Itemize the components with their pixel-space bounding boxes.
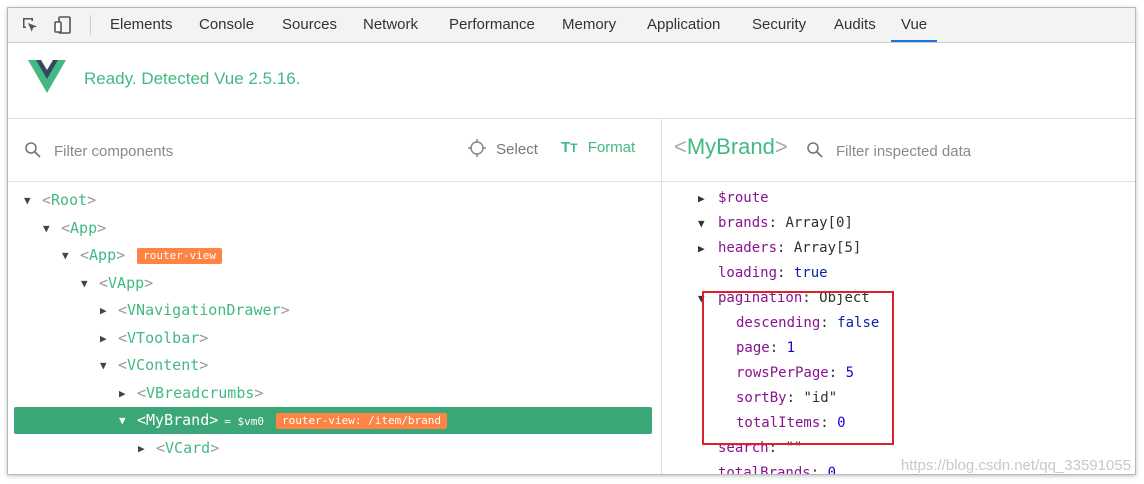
collapsed-arrow-icon[interactable]: ▶ bbox=[138, 435, 145, 462]
annotation-highlight-box bbox=[702, 291, 894, 445]
collapsed-arrow-icon[interactable]: ▶ bbox=[100, 325, 107, 352]
tree-node-label: VNavigationDrawer bbox=[127, 301, 281, 319]
tab-sources[interactable]: Sources bbox=[272, 8, 347, 42]
tree-node-vnavigationdrawer[interactable]: ▶ <VNavigationDrawer> bbox=[8, 297, 661, 324]
watermark-text: https://blog.csdn.net/qq_33591055 bbox=[900, 457, 1131, 474]
tree-node-label: VApp bbox=[108, 274, 145, 292]
format-button[interactable]: TT Format bbox=[561, 139, 635, 156]
expanded-arrow-icon[interactable]: ▼ bbox=[24, 187, 31, 214]
search-icon bbox=[806, 141, 824, 159]
tree-node-vcontent[interactable]: ▼ <VContent> bbox=[8, 352, 661, 379]
tree-node-label: VCard bbox=[165, 439, 211, 457]
inspector-toolbar: <MyBrand> bbox=[662, 119, 1135, 182]
expanded-arrow-icon[interactable]: ▼ bbox=[62, 242, 69, 269]
tree-node-vcard[interactable]: ▶ <VCard> bbox=[8, 435, 661, 462]
inspector-panel: <MyBrand> ▶ $route ▼ brands: Array[0] ▶ … bbox=[662, 119, 1135, 474]
vue-devtools-header: Ready. Detected Vue 2.5.16. bbox=[8, 43, 1135, 119]
tab-audits[interactable]: Audits bbox=[824, 8, 886, 42]
tree-node-label: App bbox=[70, 219, 98, 237]
tab-vue[interactable]: Vue bbox=[891, 8, 938, 42]
status-message: Ready. Detected Vue 2.5.16. bbox=[84, 69, 301, 88]
tab-security[interactable]: Security bbox=[742, 8, 816, 42]
collapsed-arrow-icon[interactable]: ▶ bbox=[119, 380, 126, 407]
devtools-window: Elements Console Sources Network Perform… bbox=[7, 7, 1136, 475]
router-view-badge: router-view: /item/brand bbox=[276, 412, 447, 429]
tab-network[interactable]: Network bbox=[353, 8, 428, 42]
format-text-icon: TT bbox=[561, 139, 578, 156]
tree-node-mybrand-selected[interactable]: ▼ <MyBrand> = $vm0 router-view: /item/bran… bbox=[14, 407, 652, 434]
tab-elements[interactable]: Elements bbox=[100, 8, 183, 42]
crosshair-icon bbox=[468, 139, 486, 157]
router-view-badge: router-view bbox=[137, 247, 223, 264]
collapsed-arrow-icon[interactable]: ▶ bbox=[698, 186, 705, 211]
tab-memory[interactable]: Memory bbox=[552, 8, 626, 42]
toolbar-divider bbox=[90, 15, 91, 35]
inspect-element-icon[interactable] bbox=[20, 15, 40, 35]
tree-node-label: MyBrand bbox=[146, 411, 210, 429]
tree-node-vapp[interactable]: ▼ <VApp> bbox=[8, 270, 661, 297]
tree-node-label: Root bbox=[51, 191, 88, 209]
filter-inspected-data-input[interactable] bbox=[834, 139, 1118, 163]
tree-node-label: VContent bbox=[127, 356, 200, 374]
select-button[interactable]: Select bbox=[468, 139, 538, 158]
tree-node-vbreadcrumbs[interactable]: ▶ <VBreadcrumbs> bbox=[8, 380, 661, 407]
vue-logo-icon bbox=[28, 60, 66, 99]
inspected-component-title: <MyBrand> bbox=[674, 134, 788, 159]
tree-node-app[interactable]: ▼ <App> bbox=[8, 215, 661, 242]
tree-node-vtoolbar[interactable]: ▶ <VToolbar> bbox=[8, 325, 661, 352]
expanded-arrow-icon[interactable]: ▼ bbox=[81, 270, 88, 297]
tree-node-label: VBreadcrumbs bbox=[146, 384, 255, 402]
vm-reference: = $vm0 bbox=[224, 415, 265, 428]
expanded-arrow-icon[interactable]: ▼ bbox=[43, 215, 50, 242]
expanded-arrow-icon[interactable]: ▼ bbox=[100, 352, 107, 379]
tab-performance[interactable]: Performance bbox=[439, 8, 545, 42]
devtools-tabbar: Elements Console Sources Network Perform… bbox=[8, 8, 1135, 43]
tab-application[interactable]: Application bbox=[637, 8, 730, 42]
expanded-arrow-icon[interactable]: ▼ bbox=[698, 211, 705, 236]
format-label: Format bbox=[587, 139, 636, 156]
collapsed-arrow-icon[interactable]: ▶ bbox=[100, 297, 107, 324]
select-label: Select bbox=[496, 141, 538, 158]
tree-node-app-router[interactable]: ▼ <App> router-view bbox=[8, 242, 661, 269]
expanded-arrow-icon[interactable]: ▼ bbox=[119, 407, 126, 434]
collapsed-arrow-icon[interactable]: ▶ bbox=[698, 236, 705, 261]
filter-components-input[interactable] bbox=[52, 139, 356, 163]
tree-node-label: App bbox=[89, 246, 117, 264]
tab-console[interactable]: Console bbox=[189, 8, 264, 42]
tree-node-label: VToolbar bbox=[127, 329, 200, 347]
components-panel: Select TT Format ▼ <Root> ▼ <App> ▼ <App… bbox=[8, 119, 662, 474]
device-toolbar-icon[interactable] bbox=[53, 15, 73, 35]
tree-node-root[interactable]: ▼ <Root> bbox=[8, 187, 661, 214]
components-toolbar: Select TT Format bbox=[8, 119, 661, 182]
search-icon bbox=[24, 141, 42, 159]
